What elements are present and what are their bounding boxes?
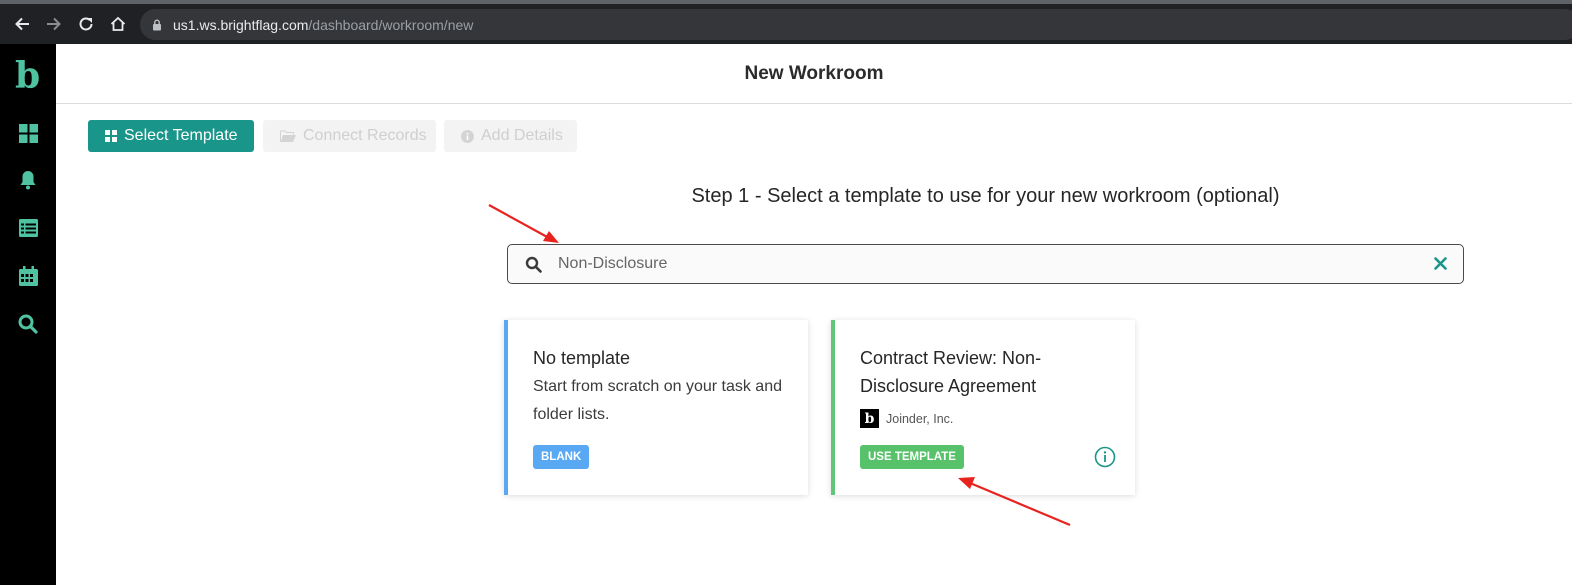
- home-icon[interactable]: [106, 12, 130, 36]
- bell-icon[interactable]: [17, 169, 39, 191]
- step-heading: Step 1 - Select a template to use for yo…: [691, 185, 1280, 207]
- info-icon[interactable]: [1094, 446, 1116, 473]
- step-label: Select Template: [124, 127, 238, 144]
- sidebar: b: [0, 44, 56, 585]
- folder-icon: [280, 130, 296, 143]
- info-icon: [461, 129, 474, 143]
- step-add-details[interactable]: Add Details: [444, 120, 577, 152]
- publisher-logo: b: [860, 409, 879, 428]
- step-select-template[interactable]: Select Template: [88, 120, 254, 152]
- url-text: us1.ws.brightflag.com/dashboard/workroom…: [173, 17, 474, 33]
- dashboard-grid-icon[interactable]: [17, 122, 39, 144]
- reload-icon[interactable]: [74, 12, 98, 36]
- grid-icon: [105, 130, 117, 142]
- search-icon: [525, 256, 542, 278]
- arrow-to-search: [488, 204, 559, 243]
- template-card-nda[interactable]: Contract Review: Non-Disclosure Agreemen…: [831, 320, 1135, 495]
- back-icon[interactable]: [10, 12, 34, 36]
- step-label: Connect Records: [303, 127, 427, 144]
- use-template-button[interactable]: USE TEMPLATE: [860, 445, 964, 469]
- step-label: Add Details: [481, 127, 563, 144]
- card-title: Contract Review: Non-Disclosure Agreemen…: [860, 348, 1042, 396]
- list-icon[interactable]: [17, 217, 39, 239]
- step-connect-records[interactable]: Connect Records: [263, 120, 436, 152]
- template-search: [507, 244, 1464, 284]
- page-title: New Workroom: [744, 63, 884, 84]
- card-description: Start from scratch on your task and fold…: [533, 378, 782, 423]
- search-icon[interactable]: [17, 313, 39, 335]
- brightflag-logo[interactable]: b: [15, 58, 40, 94]
- search-input[interactable]: [558, 252, 1418, 276]
- lock-icon: [152, 18, 162, 36]
- page-header: New Workroom: [56, 44, 1572, 104]
- browser-toolbar: us1.ws.brightflag.com/dashboard/workroom…: [0, 0, 1572, 44]
- clear-icon[interactable]: [1434, 257, 1447, 275]
- template-card-blank[interactable]: No template Start from scratch on your t…: [504, 320, 808, 495]
- publisher-name: Joinder, Inc.: [886, 411, 954, 426]
- card-title: No template: [533, 348, 631, 368]
- publisher: b Joinder, Inc.: [860, 409, 953, 428]
- forward-icon[interactable]: [42, 12, 66, 36]
- blank-button[interactable]: BLANK: [533, 445, 590, 469]
- calendar-icon[interactable]: [17, 265, 39, 287]
- address-bar[interactable]: us1.ws.brightflag.com/dashboard/workroom…: [140, 9, 1572, 40]
